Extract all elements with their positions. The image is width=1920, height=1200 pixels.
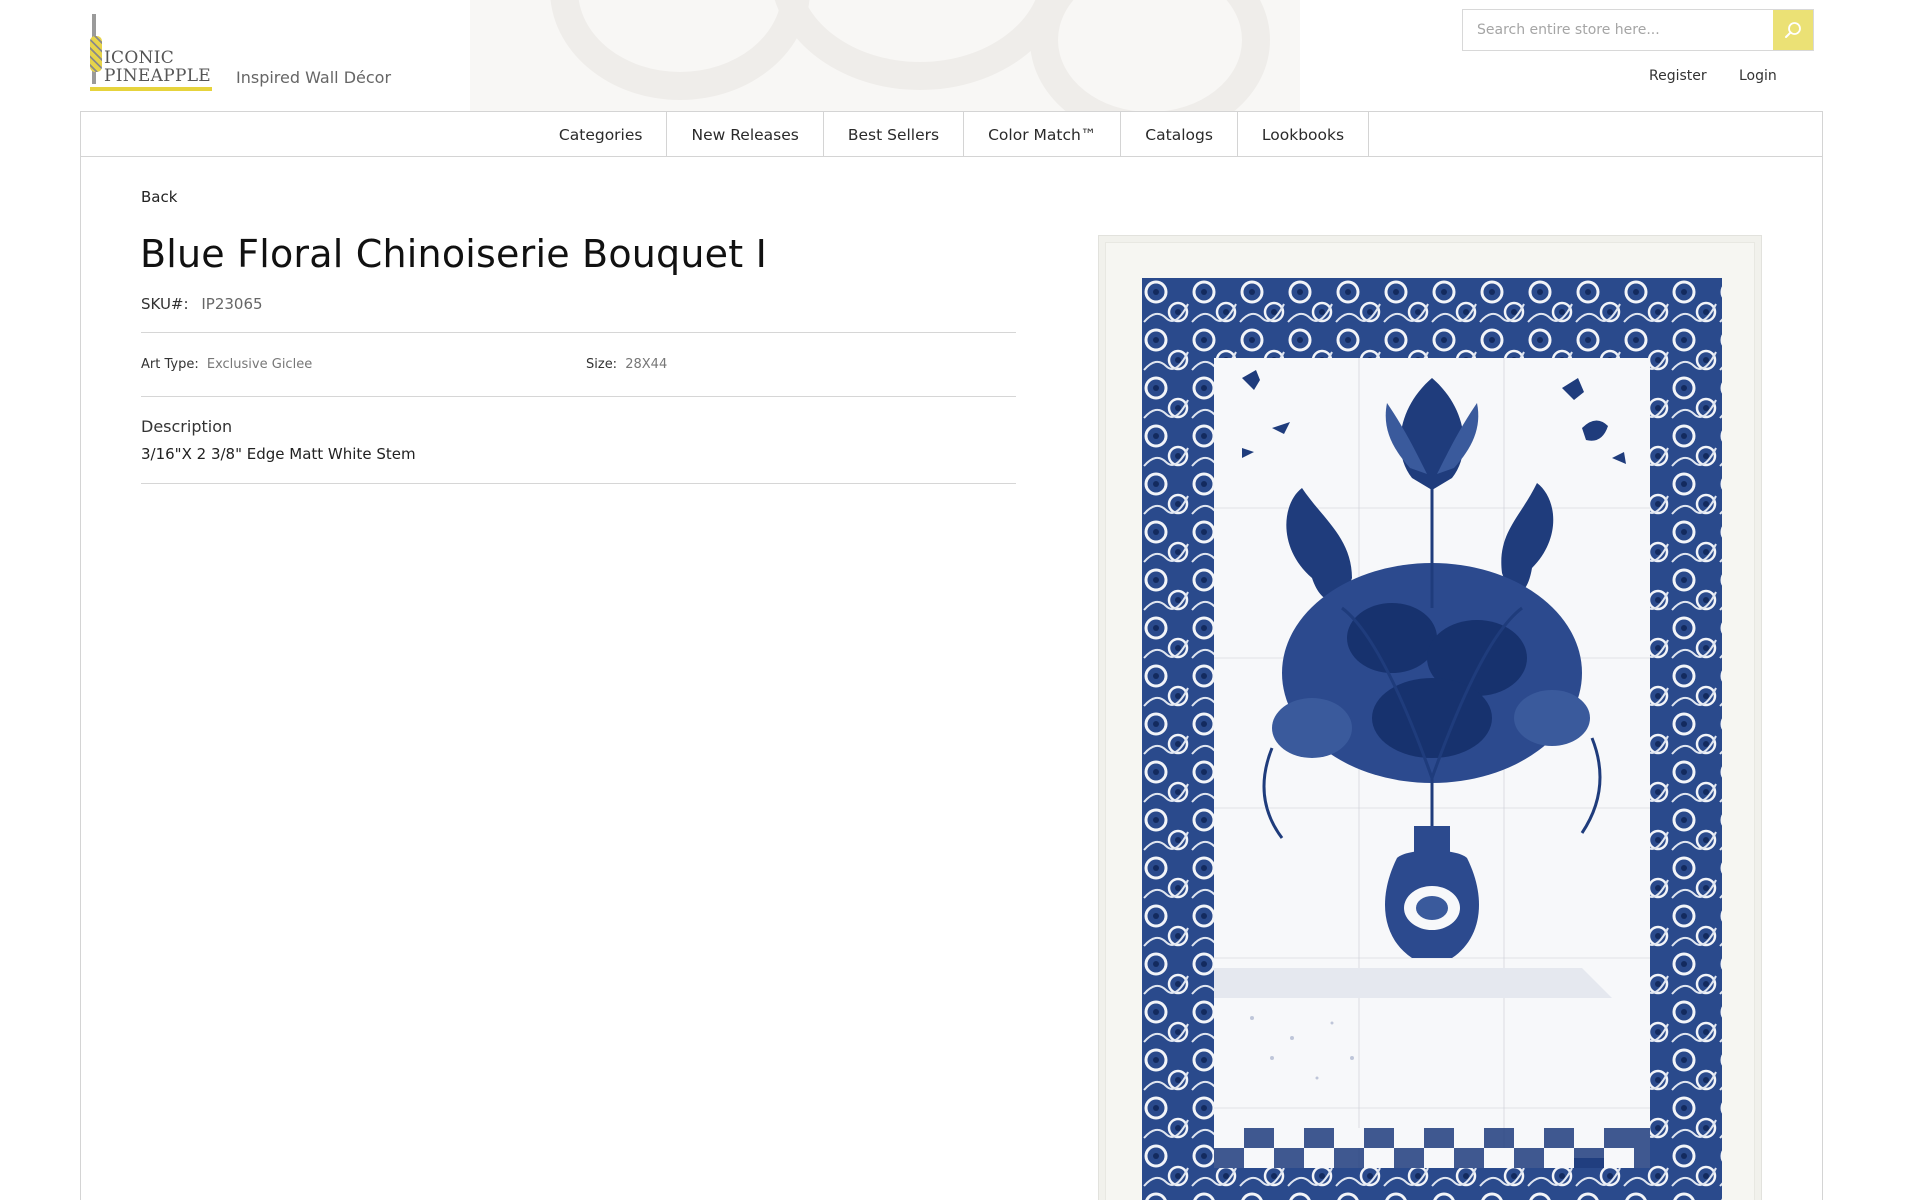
artwork-print — [1142, 278, 1722, 1200]
product-title: Blue Floral Chinoiserie Bouquet I — [140, 232, 768, 276]
art-type-spec: Art Type: Exclusive Giclee — [141, 357, 312, 372]
register-link[interactable]: Register — [1649, 68, 1707, 84]
header-decorative-background — [470, 0, 1300, 112]
nav-item-lookbooks[interactable]: Lookbooks — [1238, 112, 1370, 157]
nav-item-categories[interactable]: Categories — [534, 112, 668, 157]
search-button[interactable] — [1773, 10, 1813, 50]
divider — [141, 396, 1016, 397]
divider — [141, 483, 1016, 484]
product-image[interactable] — [1098, 235, 1762, 1200]
divider — [141, 332, 1016, 333]
nav-item-color-match[interactable]: Color Match™ — [964, 112, 1122, 157]
main-nav: Categories New Releases Best Sellers Col… — [81, 112, 1822, 157]
search-box — [1462, 9, 1814, 51]
nav-item-catalogs[interactable]: Catalogs — [1121, 112, 1238, 157]
logo-word-1: ICONIC — [104, 48, 175, 68]
art-type-value: Exclusive Giclee — [206, 357, 313, 372]
pineapple-icon — [90, 36, 102, 72]
login-link[interactable]: Login — [1739, 68, 1777, 84]
logo-word-2: PINEAPPLE — [104, 66, 211, 86]
art-type-label: Art Type: — [141, 357, 199, 372]
nav-item-new-releases[interactable]: New Releases — [667, 112, 824, 157]
artwork-mat — [1105, 242, 1755, 1200]
nav-item-best-sellers[interactable]: Best Sellers — [824, 112, 965, 157]
site-header: ICONIC PINEAPPLE Inspired Wall Décor Reg… — [0, 0, 1900, 112]
site-tagline: Inspired Wall Décor — [236, 68, 392, 87]
size-value: 28X44 — [625, 357, 668, 372]
description-text: 3/16"X 2 3/8" Edge Matt White Stem — [141, 445, 416, 463]
sku-label: SKU#: — [141, 295, 189, 313]
size-spec: Size: 28X44 — [586, 357, 667, 372]
brand-logo[interactable]: ICONIC PINEAPPLE — [90, 14, 215, 91]
search-icon — [1785, 22, 1801, 38]
sku-value: IP23065 — [201, 295, 263, 313]
size-label: Size: — [586, 357, 618, 372]
product-sku: SKU#: IP23065 — [141, 295, 263, 313]
description-heading: Description — [141, 417, 233, 436]
back-link[interactable]: Back — [141, 188, 177, 206]
search-input[interactable] — [1463, 10, 1775, 50]
